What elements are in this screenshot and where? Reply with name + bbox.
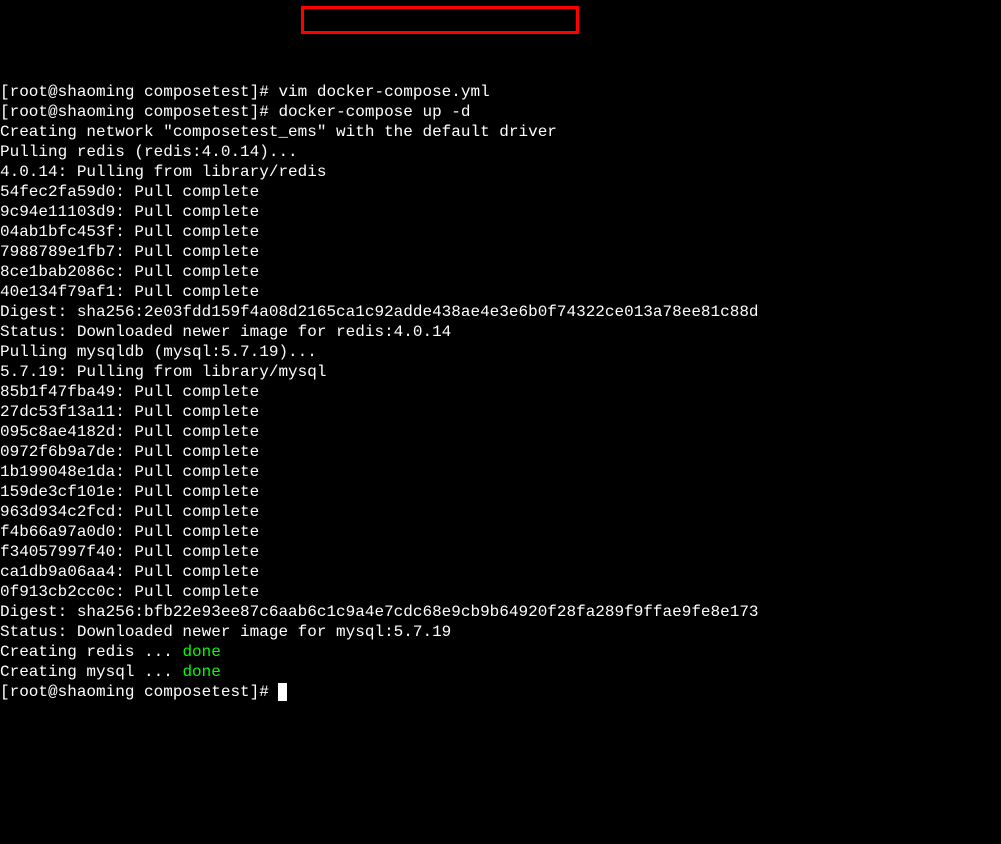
output-text: f4b66a97a0d0: Pull complete	[0, 523, 259, 541]
terminal-line: Status: Downloaded newer image for redis…	[0, 322, 1001, 342]
output-text: 04ab1bfc453f: Pull complete	[0, 223, 259, 241]
terminal-line: 8ce1bab2086c: Pull complete	[0, 262, 1001, 282]
terminal-line: Status: Downloaded newer image for mysql…	[0, 622, 1001, 642]
output-text: 159de3cf101e: Pull complete	[0, 483, 259, 501]
terminal-line: 27dc53f13a11: Pull complete	[0, 402, 1001, 422]
terminal-line: 5.7.19: Pulling from library/mysql	[0, 362, 1001, 382]
terminal-line: 159de3cf101e: Pull complete	[0, 482, 1001, 502]
status-done: done	[182, 643, 220, 661]
terminal-line: Creating mysql ... done	[0, 662, 1001, 682]
output-text: 963d934c2fcd: Pull complete	[0, 503, 259, 521]
output-text: 0972f6b9a7de: Pull complete	[0, 443, 259, 461]
terminal-line: 54fec2fa59d0: Pull complete	[0, 182, 1001, 202]
terminal-line: 7988789e1fb7: Pull complete	[0, 242, 1001, 262]
output-text: 7988789e1fb7: Pull complete	[0, 243, 259, 261]
terminal-line: 0f913cb2cc0c: Pull complete	[0, 582, 1001, 602]
output-text: 85b1f47fba49: Pull complete	[0, 383, 259, 401]
highlight-annotation	[301, 6, 579, 34]
terminal-line: 85b1f47fba49: Pull complete	[0, 382, 1001, 402]
terminal-line: [root@shaoming composetest]# vim docker-…	[0, 82, 1001, 102]
terminal-line: Creating network "composetest_ems" with …	[0, 122, 1001, 142]
output-text: Pulling mysqldb (mysql:5.7.19)...	[0, 343, 317, 361]
terminal-line: 095c8ae4182d: Pull complete	[0, 422, 1001, 442]
terminal-line: 40e134f79af1: Pull complete	[0, 282, 1001, 302]
output-text: 1b199048e1da: Pull complete	[0, 463, 259, 481]
shell-prompt: [root@shaoming composetest]#	[0, 83, 278, 101]
output-text: Status: Downloaded newer image for mysql…	[0, 623, 451, 641]
output-text: 5.7.19: Pulling from library/mysql	[0, 363, 326, 381]
terminal-line: 0972f6b9a7de: Pull complete	[0, 442, 1001, 462]
shell-prompt: [root@shaoming composetest]#	[0, 103, 278, 121]
terminal-line: Digest: sha256:2e03fdd159f4a08d2165ca1c9…	[0, 302, 1001, 322]
output-text: 27dc53f13a11: Pull complete	[0, 403, 259, 421]
terminal-line: f34057997f40: Pull complete	[0, 542, 1001, 562]
output-text: Pulling redis (redis:4.0.14)...	[0, 143, 298, 161]
output-text: 095c8ae4182d: Pull complete	[0, 423, 259, 441]
terminal-line: Pulling mysqldb (mysql:5.7.19)...	[0, 342, 1001, 362]
output-text: Status: Downloaded newer image for redis…	[0, 323, 451, 341]
shell-command: docker-compose up -d	[278, 103, 470, 121]
terminal-output[interactable]: [root@shaoming composetest]# vim docker-…	[0, 80, 1001, 704]
output-text: f34057997f40: Pull complete	[0, 543, 259, 561]
terminal-line: 963d934c2fcd: Pull complete	[0, 502, 1001, 522]
terminal-line: [root@shaoming composetest]# docker-comp…	[0, 102, 1001, 122]
terminal-line: Creating redis ... done	[0, 642, 1001, 662]
creating-label: Creating mysql ...	[0, 663, 182, 681]
output-text: 9c94e11103d9: Pull complete	[0, 203, 259, 221]
output-text: Creating network "composetest_ems" with …	[0, 123, 557, 141]
terminal-line: Pulling redis (redis:4.0.14)...	[0, 142, 1001, 162]
creating-label: Creating redis ...	[0, 643, 182, 661]
output-text: ca1db9a06aa4: Pull complete	[0, 563, 259, 581]
output-text: 54fec2fa59d0: Pull complete	[0, 183, 259, 201]
terminal-line: ca1db9a06aa4: Pull complete	[0, 562, 1001, 582]
terminal-line: 9c94e11103d9: Pull complete	[0, 202, 1001, 222]
output-text: 40e134f79af1: Pull complete	[0, 283, 259, 301]
terminal-line: [root@shaoming composetest]#	[0, 682, 1001, 702]
terminal-line: Digest: sha256:bfb22e93ee87c6aab6c1c9a4e…	[0, 602, 1001, 622]
output-text: Digest: sha256:bfb22e93ee87c6aab6c1c9a4e…	[0, 603, 759, 621]
terminal-line: f4b66a97a0d0: Pull complete	[0, 522, 1001, 542]
terminal-line: 4.0.14: Pulling from library/redis	[0, 162, 1001, 182]
cursor[interactable]	[278, 683, 287, 701]
output-text: 8ce1bab2086c: Pull complete	[0, 263, 259, 281]
output-text: 0f913cb2cc0c: Pull complete	[0, 583, 259, 601]
output-text: 4.0.14: Pulling from library/redis	[0, 163, 326, 181]
terminal-line: 1b199048e1da: Pull complete	[0, 462, 1001, 482]
shell-command: vim docker-compose.yml	[278, 83, 489, 101]
shell-prompt: [root@shaoming composetest]#	[0, 683, 278, 701]
terminal-line: 04ab1bfc453f: Pull complete	[0, 222, 1001, 242]
status-done: done	[182, 663, 220, 681]
output-text: Digest: sha256:2e03fdd159f4a08d2165ca1c9…	[0, 303, 759, 321]
